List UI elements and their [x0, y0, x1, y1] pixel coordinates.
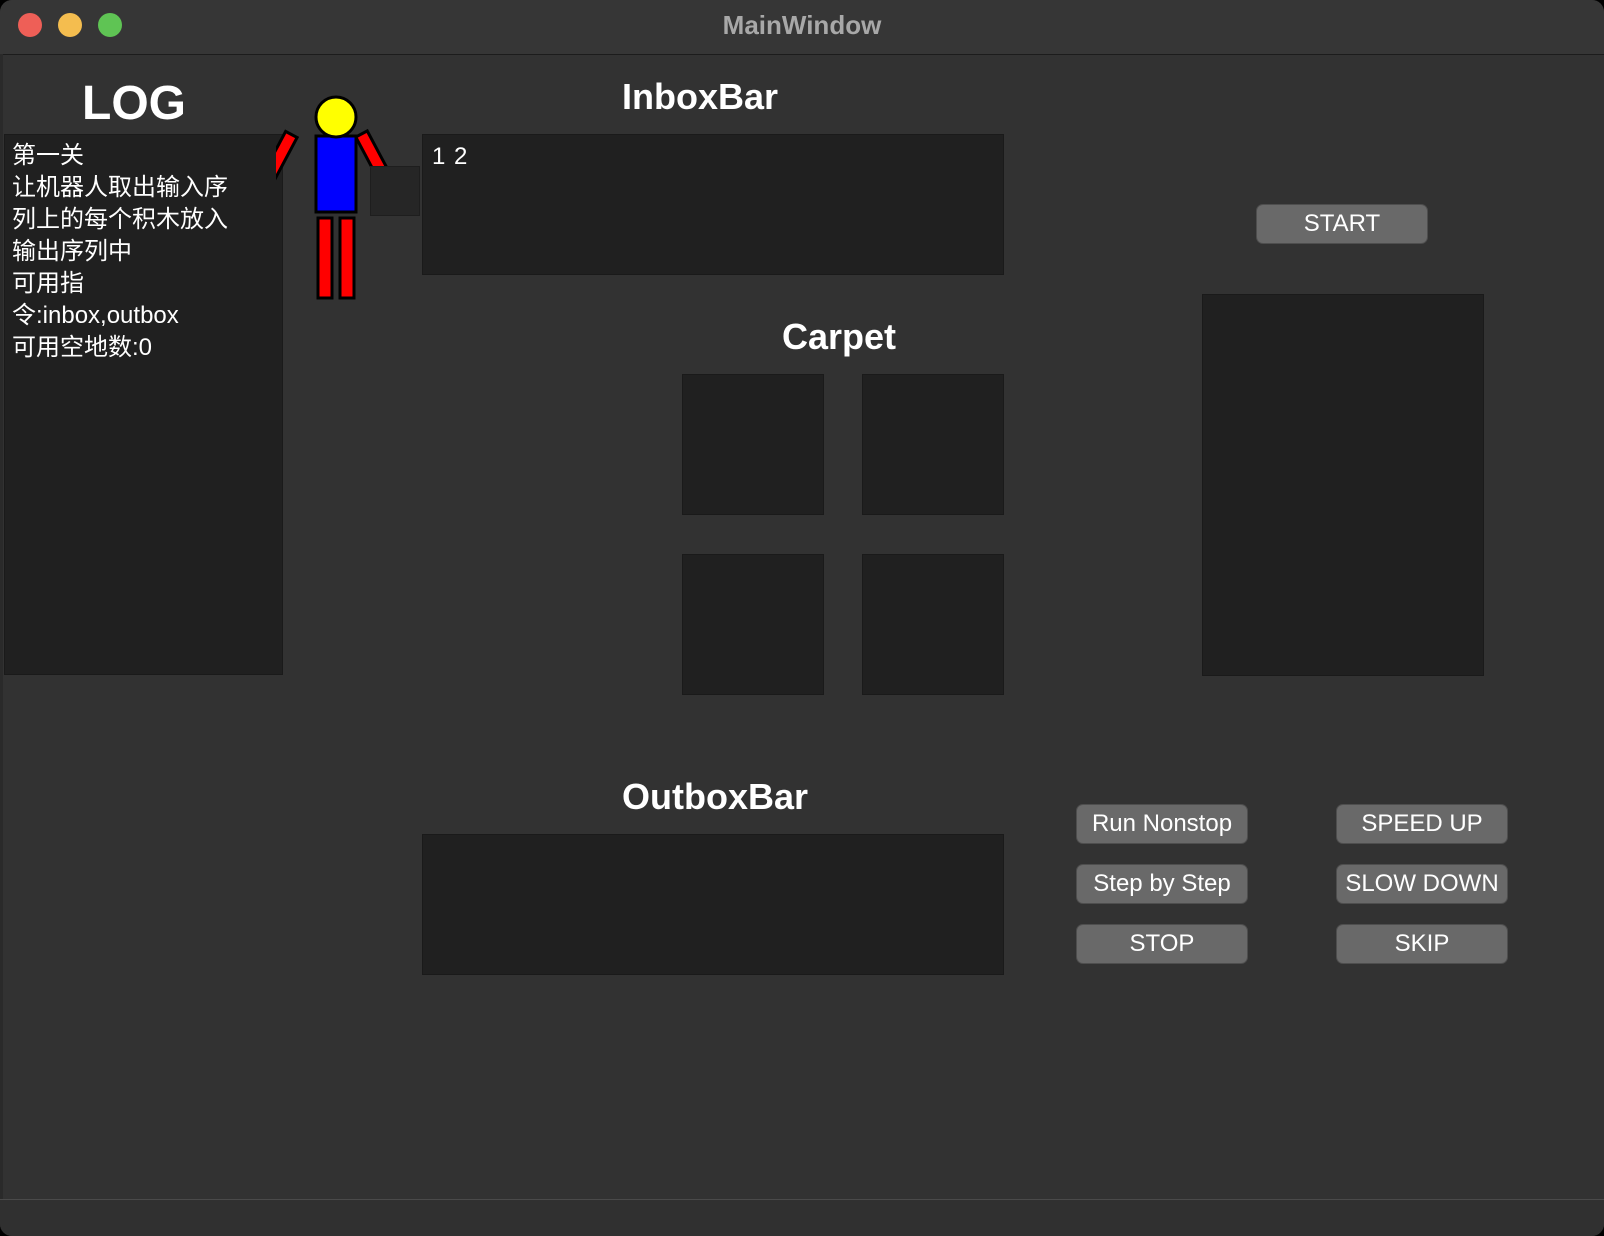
robot-left-leg [316, 216, 334, 300]
skip-button[interactable]: SKIP [1336, 924, 1508, 964]
log-line: 第一关 [12, 142, 84, 169]
log-line: 可用指 [12, 270, 84, 297]
outbox-heading: OutboxBar [622, 776, 809, 817]
log-line: 令:inbox,outbox [12, 302, 179, 329]
step-by-step-button[interactable]: Step by Step [1076, 864, 1248, 904]
status-bar [0, 1199, 1604, 1236]
log-line: 让机器人取出输入序 [12, 174, 228, 201]
log-line: 输出序列中 [12, 238, 132, 265]
slow-down-button[interactable]: SLOW DOWN [1336, 864, 1508, 904]
log-text: 第一关 让机器人取出输入序 列上的每个积木放入 输出序列中 可用指 令:inbo… [12, 140, 267, 364]
log-line: 可用空地数:0 [12, 334, 153, 361]
log-line: 列上的每个积木放入 [12, 206, 228, 233]
program-panel[interactable] [1202, 294, 1484, 676]
window-title: MainWindow [722, 10, 882, 40]
robot-right-leg [338, 216, 356, 300]
inbox-heading: InboxBar [622, 76, 779, 117]
log-heading: LOG [82, 77, 186, 130]
main-window: MainWindow LOG 第一关 让机器人取出输入序 列上的每个积木放入 输… [0, 0, 1604, 1236]
inbox-bar [422, 134, 1004, 275]
start-button[interactable]: START [1256, 204, 1428, 244]
speed-up-button[interactable]: SPEED UP [1336, 804, 1508, 844]
robot-left-arm [276, 129, 300, 193]
carpet-slot [682, 554, 824, 695]
title-bar: MainWindow [0, 0, 1604, 55]
carpet-slot [682, 374, 824, 515]
stop-button[interactable]: STOP [1076, 924, 1248, 964]
run-nonstop-button[interactable]: Run Nonstop [1076, 804, 1248, 844]
window-left-edge [0, 54, 3, 1236]
robot-head [314, 95, 358, 139]
carpet-heading: Carpet [782, 316, 897, 357]
outbox-bar [422, 834, 1004, 975]
carpet-slot [862, 554, 1004, 695]
robot-body [314, 134, 358, 214]
robot-hand-slot [370, 166, 420, 216]
carpet-slot [862, 374, 1004, 515]
inbox-values: 1 2 [432, 143, 469, 170]
